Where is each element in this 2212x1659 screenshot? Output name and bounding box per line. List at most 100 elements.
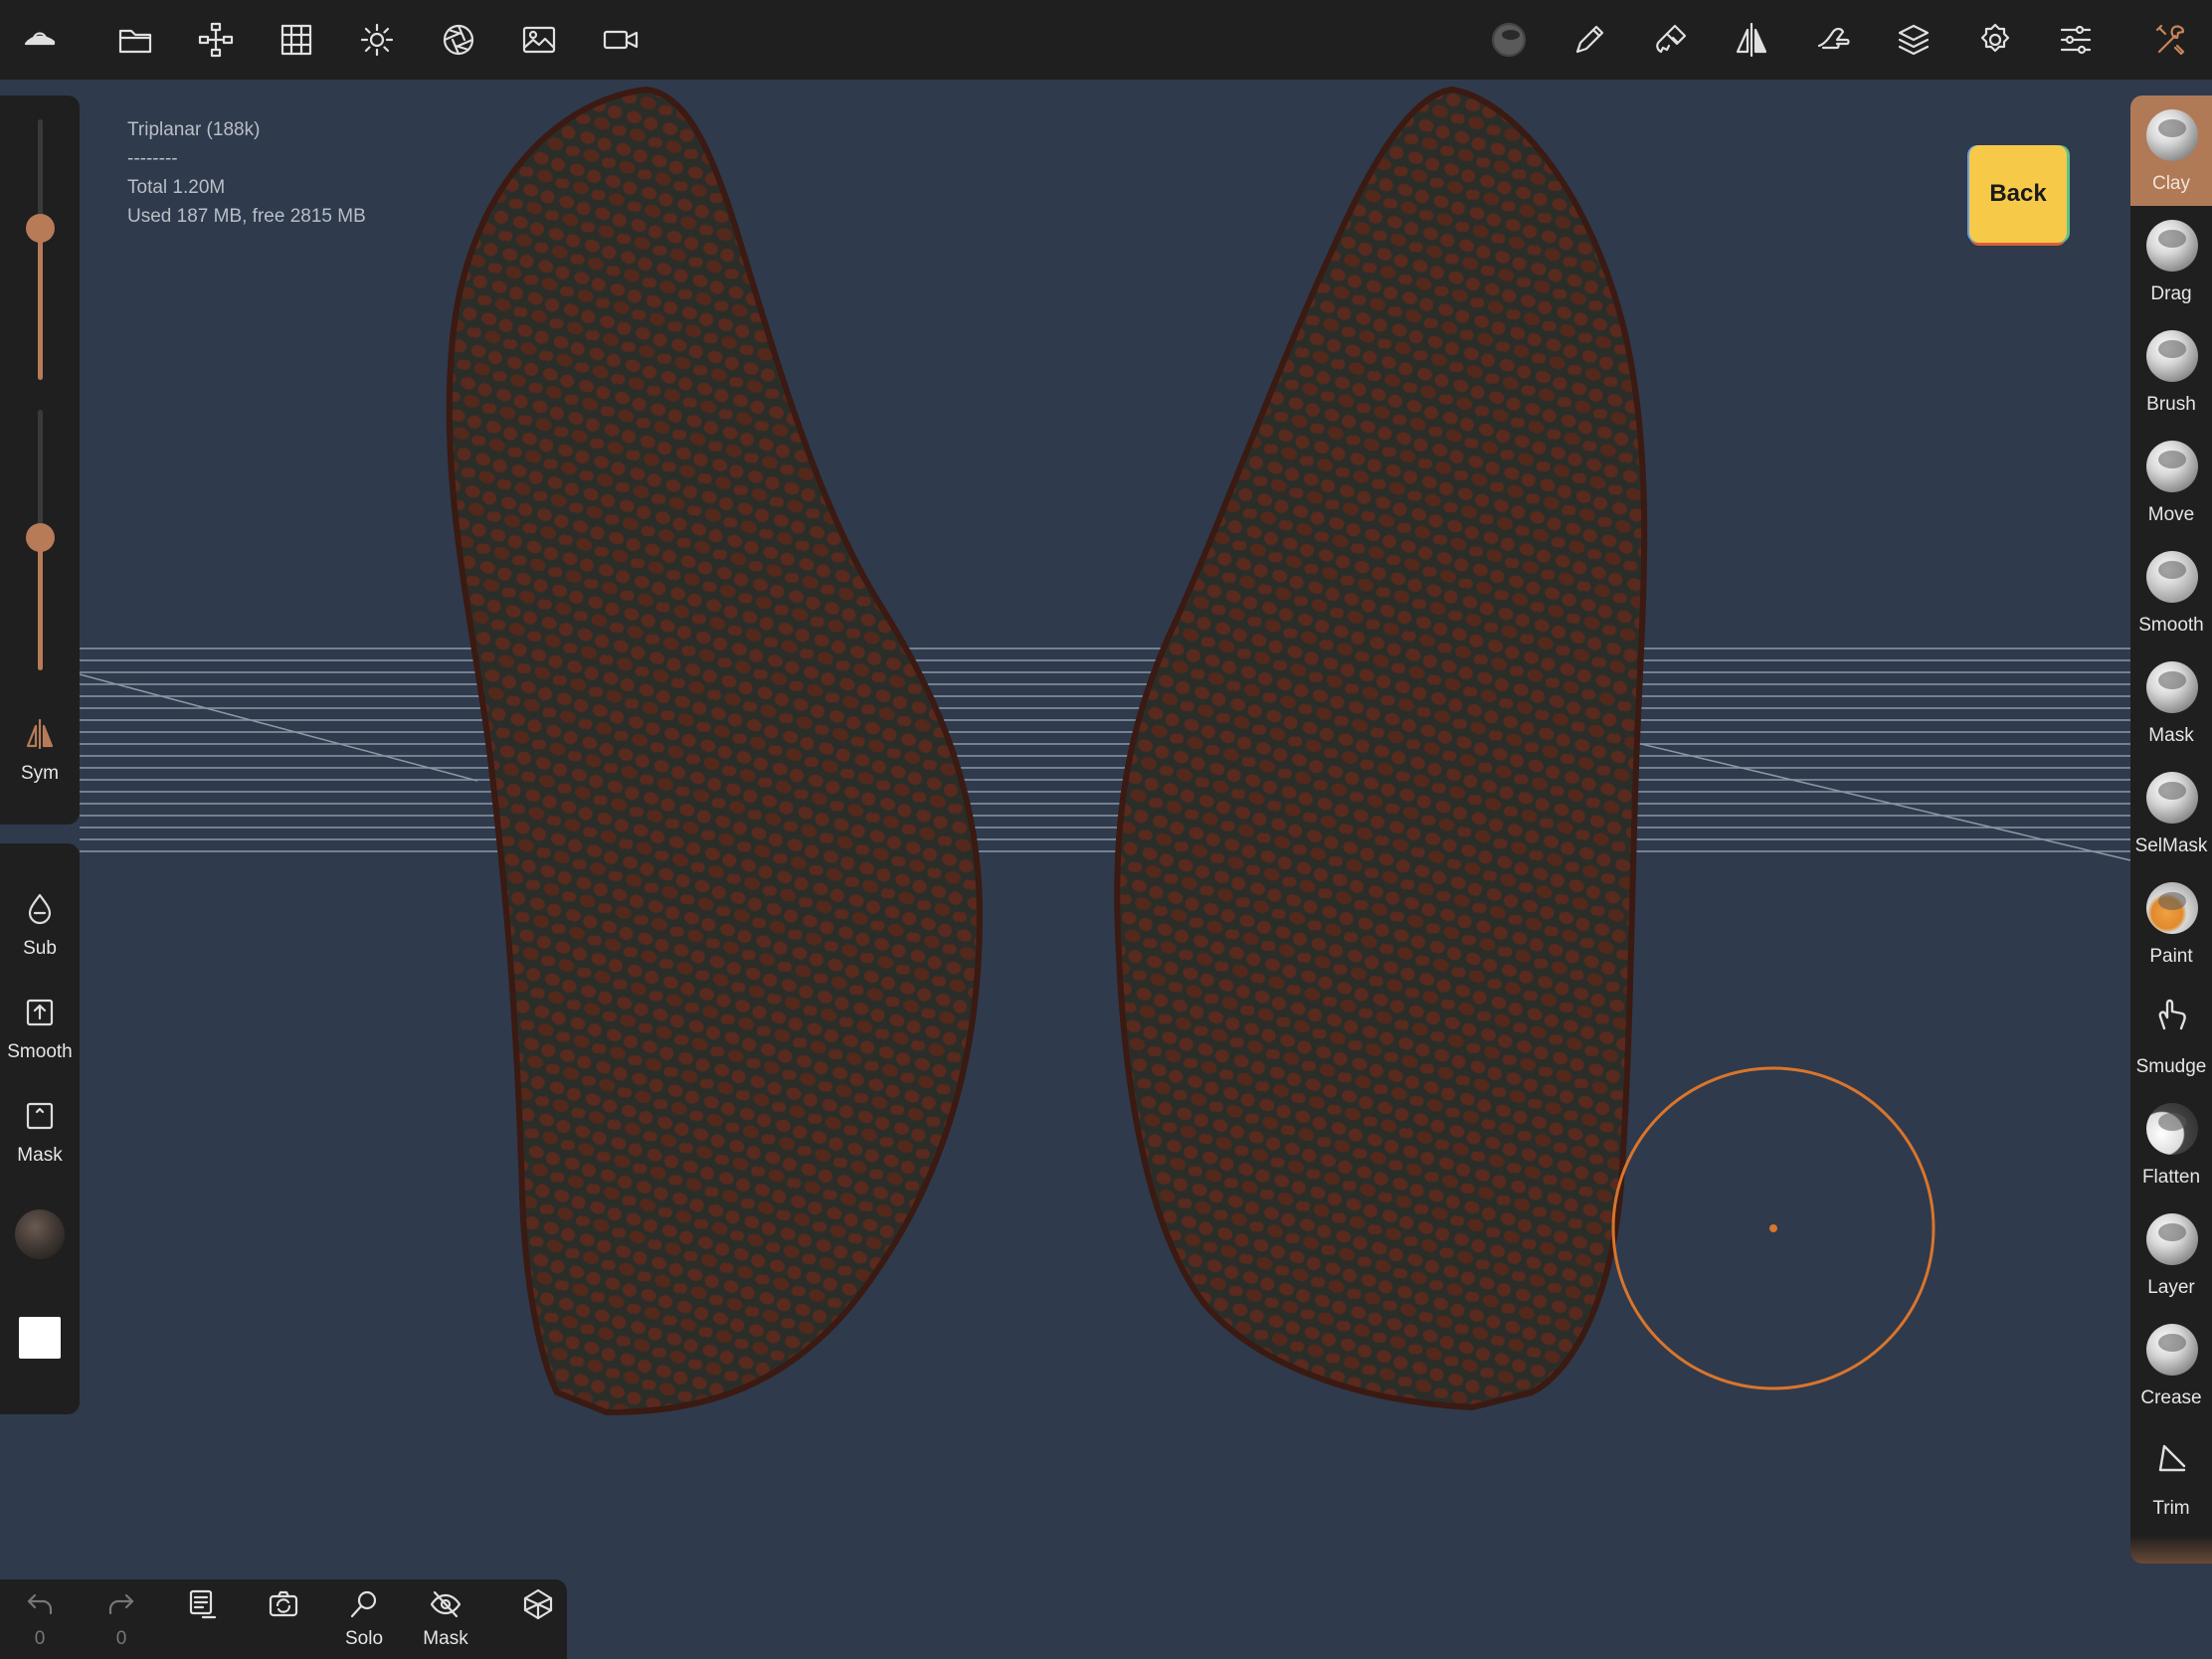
brush-layer[interactable]: Layer (2130, 1199, 2212, 1310)
search-icon (350, 1590, 377, 1618)
pen-icon[interactable] (1562, 12, 1617, 68)
stats-material: Triplanar (188k) (127, 119, 261, 140)
brush-label: Brush (2146, 394, 2196, 415)
brush-label: Crease (2140, 1387, 2202, 1408)
brush-flatten[interactable]: Flatten (2130, 1089, 2212, 1199)
layers-icon[interactable] (1886, 12, 1941, 68)
droplet-minus-icon (28, 893, 52, 925)
history-button[interactable] (167, 1587, 237, 1657)
smooth-brush-icon (2146, 551, 2198, 603)
brush-label: Trim (2152, 1498, 2190, 1519)
guide-lines (79, 647, 2131, 861)
intensity-slider-fill (38, 537, 43, 670)
sym-toggle[interactable]: Sym (0, 716, 80, 785)
brush-cursor (1611, 1066, 1936, 1390)
brush-crease[interactable]: Crease (2130, 1310, 2212, 1420)
brush-clay[interactable]: Clay (2130, 95, 2212, 206)
tools-icon[interactable] (2143, 12, 2199, 68)
brush-trim[interactable]: Trim (2130, 1420, 2212, 1531)
reset-camera-button[interactable] (249, 1587, 318, 1657)
brush-list-scroll-hint[interactable] (2130, 1536, 2212, 1564)
grid-icon[interactable] (269, 12, 324, 68)
app-logo-icon[interactable] (12, 12, 68, 68)
camera-icon[interactable] (593, 12, 648, 68)
smudge-icon (2158, 999, 2186, 1030)
sym-label: Sym (21, 763, 59, 784)
brush-label: Smooth (2138, 615, 2204, 636)
clay-brush-icon (2146, 109, 2198, 161)
smooth-label: Smooth (7, 1041, 73, 1062)
brush-label: Paint (2149, 946, 2193, 967)
undo-icon (27, 1593, 53, 1615)
stats-separator: -------- (127, 148, 178, 169)
brush-label: Mask (2148, 725, 2194, 746)
left-wing-mesh[interactable] (446, 86, 984, 1416)
brush-paint[interactable]: Paint (2130, 868, 2212, 979)
intensity-slider-knob[interactable] (26, 523, 55, 552)
paint-brush-icon[interactable] (1643, 12, 1699, 68)
mask-visibility-button[interactable]: Mask (411, 1587, 480, 1657)
brush-mask[interactable]: Mask (2130, 647, 2212, 758)
redo-button[interactable]: 0 (87, 1587, 156, 1657)
material-preview-swatch[interactable] (15, 1209, 65, 1259)
camera-reset-icon (269, 1590, 298, 1617)
mesh-stats: Triplanar (188k) -------- Total 1.20M Us… (127, 115, 366, 231)
brush-label: Clay (2151, 173, 2190, 194)
sun-icon[interactable] (349, 12, 405, 68)
folder-icon[interactable] (107, 12, 163, 68)
brush-label: Layer (2147, 1277, 2195, 1298)
brush-label: SelMask (2134, 835, 2208, 856)
top-toolbar (0, 0, 2212, 80)
color-swatch[interactable] (19, 1317, 61, 1359)
back-button[interactable]: Back (1969, 145, 2067, 243)
radius-slider-knob[interactable] (26, 214, 55, 243)
stats-memory: Used 187 MB, free 2815 MB (127, 206, 366, 227)
solo-label: Solo (344, 1628, 384, 1649)
undo-button[interactable]: 0 (5, 1587, 75, 1657)
eye-slash-icon (430, 1590, 461, 1618)
symmetry-icon (26, 718, 54, 750)
scene-canvas[interactable] (0, 80, 2212, 1659)
hand-icon[interactable] (1805, 12, 1861, 68)
trim-icon (2158, 1444, 2186, 1472)
brush-label: Move (2147, 504, 2195, 525)
mask-toggle[interactable]: Mask (0, 1098, 80, 1167)
right-wing-mesh[interactable] (1114, 86, 1648, 1411)
brush-list-panel: Clay Drag Brush Move Smooth Mask SelMask (2130, 95, 2212, 1564)
material-sphere-icon[interactable] (1481, 12, 1537, 68)
gear-icon[interactable] (1967, 12, 2023, 68)
stats-total: Total 1.20M (127, 177, 226, 198)
selmask-brush-icon (2146, 772, 2198, 824)
brush-drag[interactable]: Drag (2130, 206, 2212, 316)
mask-visibility-label: Mask (423, 1628, 468, 1649)
stroke-modifiers-panel: Sub Smooth Mask (0, 843, 80, 1414)
sliders-icon[interactable] (2048, 12, 2104, 68)
standard-brush-icon (2146, 330, 2198, 382)
book-icon (189, 1589, 217, 1619)
redo-icon (108, 1593, 134, 1615)
brush-smudge[interactable]: Smudge (2130, 979, 2212, 1089)
image-icon[interactable] (511, 12, 567, 68)
3d-viewport[interactable]: Triplanar (188k) -------- Total 1.20M Us… (0, 80, 2212, 1659)
mask-label: Mask (17, 1145, 63, 1166)
bottom-toolbar: 0 0 Solo Mask (0, 1579, 567, 1659)
smooth-toggle[interactable]: Smooth (0, 995, 80, 1063)
move-brush-icon (2146, 441, 2198, 492)
solo-button[interactable]: Solo (329, 1587, 399, 1657)
drag-brush-icon (2146, 220, 2198, 272)
sub-toggle[interactable]: Sub (0, 891, 80, 960)
nomad-sculpt-app: Triplanar (188k) -------- Total 1.20M Us… (0, 0, 2212, 1659)
aperture-icon[interactable] (431, 12, 486, 68)
brush-move[interactable]: Move (2130, 427, 2212, 537)
wireframe-button[interactable] (503, 1587, 573, 1657)
symmetry-icon[interactable] (1724, 12, 1779, 68)
brush-label: Smudge (2135, 1056, 2207, 1077)
mask-square-icon (26, 1102, 54, 1130)
brush-brush[interactable]: Brush (2130, 316, 2212, 427)
brush-selmask[interactable]: SelMask (2130, 758, 2212, 868)
scene-tree-icon[interactable] (188, 12, 244, 68)
flatten-brush-icon (2146, 1103, 2198, 1155)
brush-smooth[interactable]: Smooth (2130, 537, 2212, 647)
undo-count: 0 (34, 1628, 46, 1649)
crease-brush-icon (2146, 1324, 2198, 1376)
